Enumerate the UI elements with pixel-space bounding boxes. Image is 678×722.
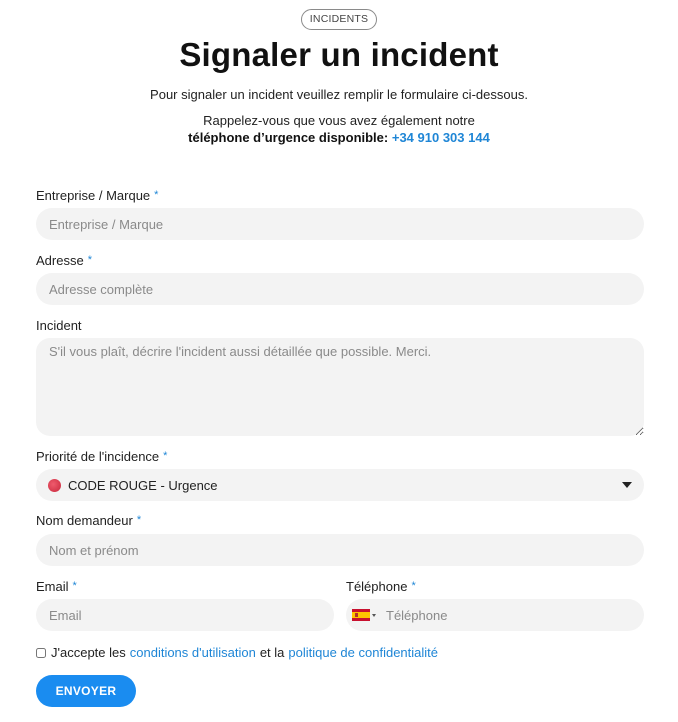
terms-row: J'accepte les conditions d'utilisation e… xyxy=(36,645,442,660)
phone-label: Téléphone * xyxy=(346,579,416,594)
required-marker: * xyxy=(87,254,92,266)
priority-selected-value: CODE ROUGE - Urgence xyxy=(68,477,218,493)
incident-textarea[interactable] xyxy=(36,338,644,436)
terms-middle: et la xyxy=(259,645,285,660)
category-badge-wrap: INCIDENTS xyxy=(0,9,678,30)
conditions-link[interactable]: conditions d'utilisation xyxy=(130,645,256,660)
intro-text: Pour signaler un incident veuillez rempl… xyxy=(150,87,528,102)
address-label-text: Adresse xyxy=(36,253,84,268)
priority-select[interactable]: CODE ROUGE - Urgence xyxy=(36,469,644,501)
dropdown-caret-icon xyxy=(622,482,632,488)
reminder-phone-line: téléphone d’urgence disponible: +34 910 … xyxy=(0,129,678,146)
country-caret-icon[interactable] xyxy=(372,614,376,617)
required-marker: * xyxy=(154,189,159,201)
required-marker: * xyxy=(72,580,77,592)
category-badge: INCIDENTS xyxy=(300,9,378,30)
reminder-line: Rappelez-vous que vous avez également no… xyxy=(203,113,475,128)
email-label-text: Email xyxy=(36,579,69,594)
incident-label: Incident xyxy=(36,318,82,333)
phone-input[interactable] xyxy=(346,599,644,631)
privacy-link[interactable]: politique de confidentialité xyxy=(288,645,438,660)
requester-input[interactable] xyxy=(36,534,644,566)
emergency-phone-link[interactable]: +34 910 303 144 xyxy=(392,130,490,145)
required-marker: * xyxy=(136,514,142,526)
priority-label-text: Priorité de l'incidence xyxy=(36,449,160,464)
priority-label: Priorité de l'incidence * xyxy=(36,449,167,464)
required-marker: * xyxy=(411,580,416,592)
red-dot-icon xyxy=(48,478,61,492)
email-label: Email * xyxy=(36,579,77,594)
page-title: Signaler un incident xyxy=(179,36,499,73)
email-input[interactable] xyxy=(36,599,334,631)
emergency-reminder: Rappelez-vous que vous avez également no… xyxy=(0,112,678,146)
reminder-bold-text: téléphone d’urgence disponible: xyxy=(188,130,389,145)
spain-flag-icon[interactable] xyxy=(352,609,370,621)
terms-prefix: J'accepte les xyxy=(51,645,126,660)
address-label: Adresse * xyxy=(36,253,92,268)
company-label: Entreprise / Marque * xyxy=(36,188,158,203)
required-marker: * xyxy=(163,450,168,462)
terms-checkbox[interactable] xyxy=(36,647,46,658)
company-label-text: Entreprise / Marque xyxy=(36,188,151,203)
company-input[interactable] xyxy=(36,208,644,240)
phone-label-text: Téléphone xyxy=(346,579,408,594)
address-input[interactable] xyxy=(36,273,644,305)
requester-label: Nom demandeur * xyxy=(36,513,141,528)
incident-label-text: Incident xyxy=(36,318,82,333)
requester-label-text: Nom demandeur xyxy=(36,513,133,528)
submit-button[interactable]: ENVOYER xyxy=(36,675,136,707)
